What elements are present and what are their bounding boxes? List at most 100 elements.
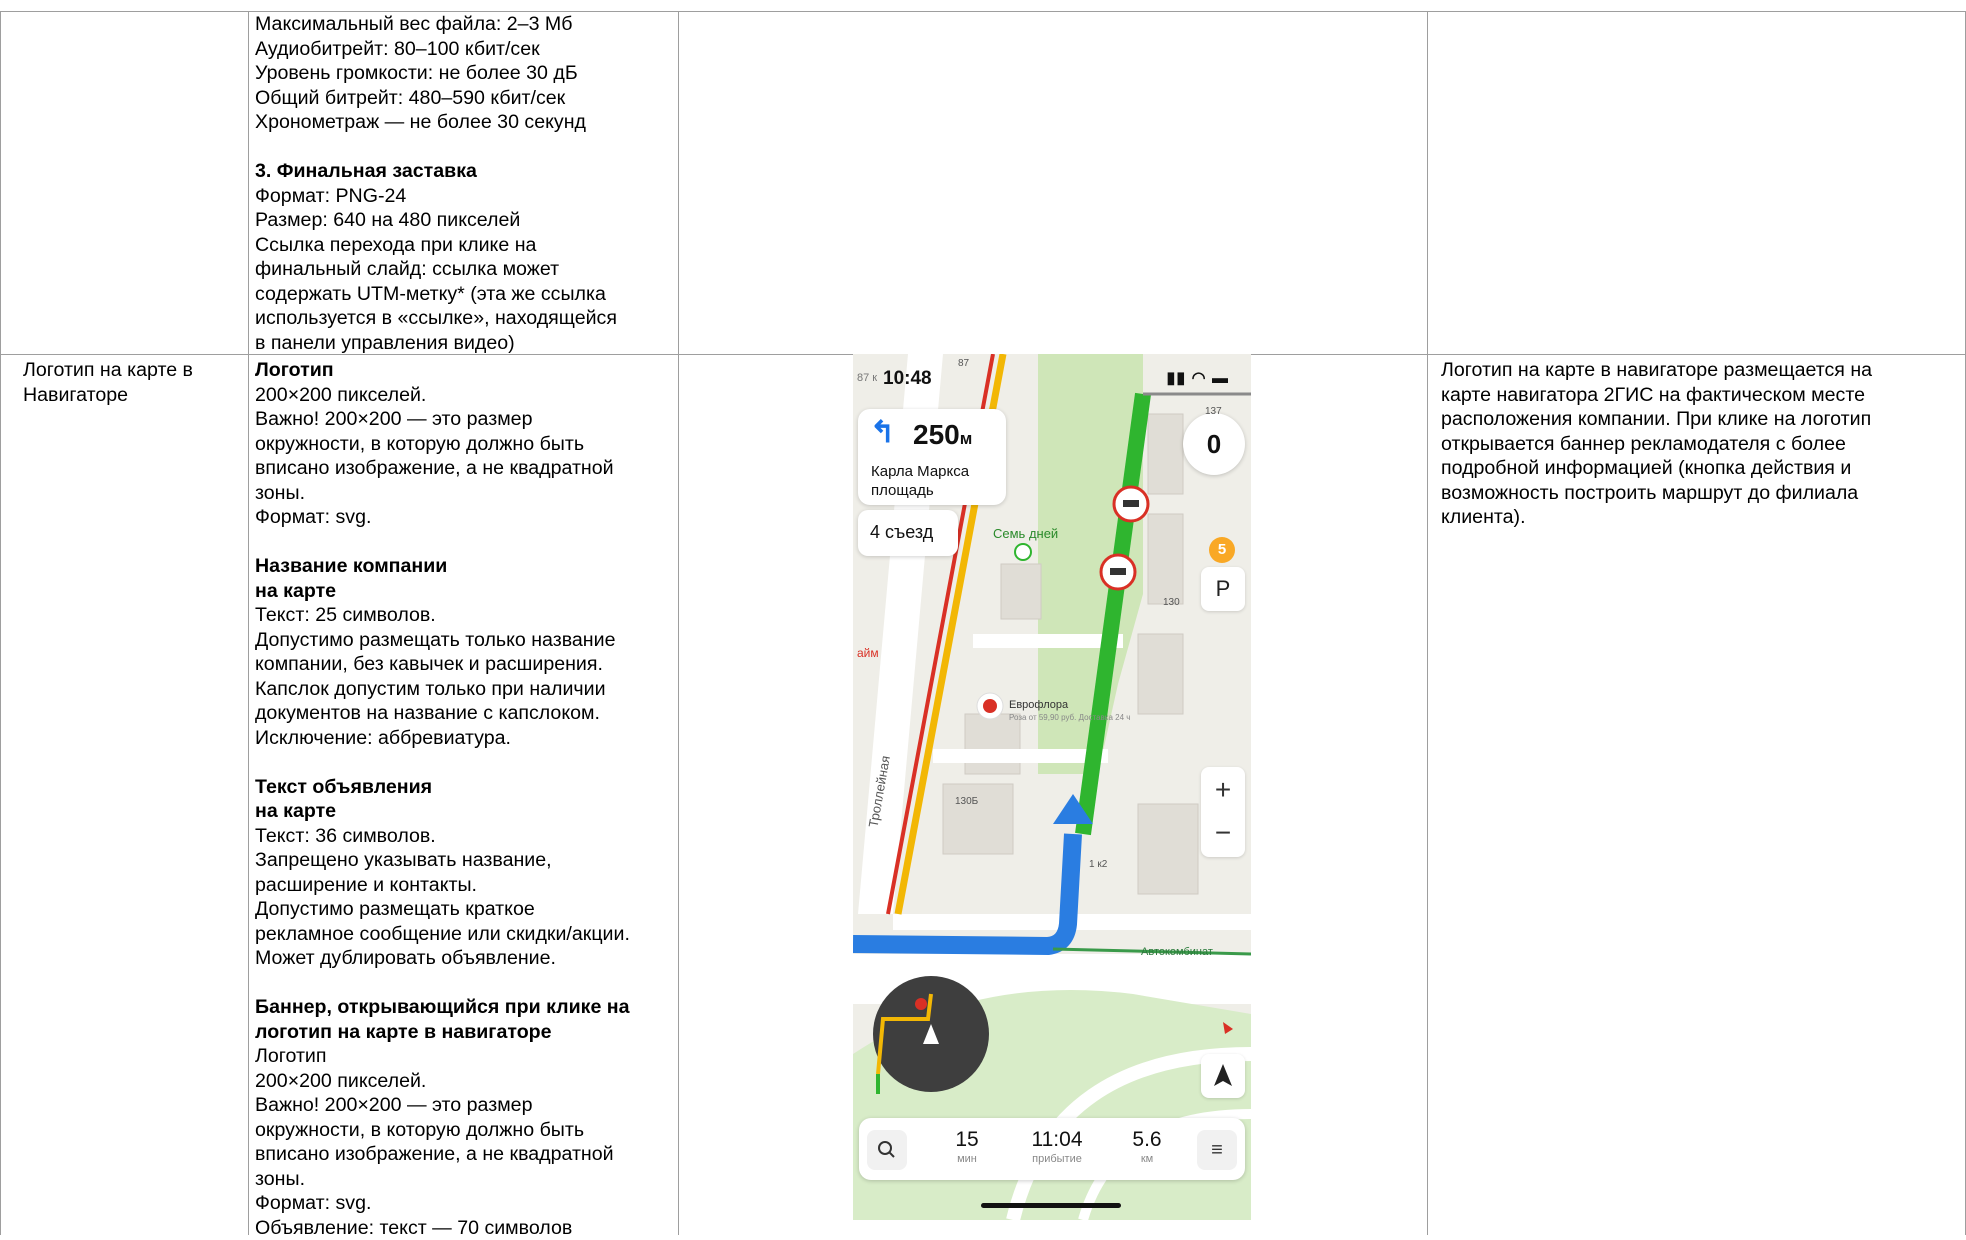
specification-cell: Логотип 200×200 пикселей. Важно! 200×200…: [255, 358, 675, 1240]
trip-stat-value: 5.6: [1117, 1128, 1177, 1152]
map-label-sem-dney: Семь дней: [993, 526, 1058, 541]
navigator-screenshot: 87 к 10:48 ▮▮ ◠ ▬ ↰ 250м Карла Маркса пл…: [853, 354, 1251, 1220]
ad-text-line: Допустимо размещать краткое: [255, 897, 675, 922]
map-label-house: 130Б: [955, 796, 978, 807]
maneuver-distance-value: 250: [913, 419, 960, 450]
home-indicator: [981, 1203, 1121, 1208]
company-name-line: Капслок допустим только при наличии: [255, 677, 675, 702]
banner-line: Логотип: [255, 1044, 675, 1069]
logo-heading: Логотип: [255, 358, 675, 383]
street-line: площадь: [871, 481, 1001, 500]
logo-line: 200×200 пикселей.: [255, 383, 675, 408]
zoom-in-button[interactable]: +: [1201, 767, 1245, 812]
description-line: Логотип на карте в навигаторе размещаетс…: [1441, 358, 1961, 383]
banner-heading-2: логотип на карте в навигаторе: [255, 1020, 675, 1045]
company-name-line: Текст: 25 символов.: [255, 603, 675, 628]
description-line: открывается баннер рекламодателя с более: [1441, 432, 1961, 457]
banner-line: 200×200 пикселей.: [255, 1069, 675, 1094]
column-divider-1: [248, 11, 249, 1235]
final-screen-line: Ссылка перехода при клике на: [255, 233, 675, 258]
signal-battery-icon: ▮▮ ◠ ▬: [1167, 368, 1229, 388]
banner-line: вписано изображение, а не квадратной: [255, 1142, 675, 1167]
final-screen-line: содержать UTM-метку* (эта же ссылка: [255, 282, 675, 307]
search-icon: [867, 1130, 907, 1170]
exit-label: 4 съезд: [870, 522, 933, 543]
final-screen-heading: 3. Финальная заставка: [255, 159, 675, 184]
product-name-line: Навигаторе: [23, 383, 245, 408]
description-cell: Логотип на карте в навигаторе размещаетс…: [1441, 358, 1961, 530]
map-label-evroflora[interactable]: Еврофлора: [1009, 699, 1068, 711]
map-label-house: 1 к2: [1089, 859, 1107, 870]
trip-stat-unit: мин: [937, 1152, 997, 1166]
banner-line: Объявление: текст — 70 символов: [255, 1216, 675, 1240]
map-label-avtokombinat: Автокомбинат: [1141, 946, 1213, 958]
trip-stat-unit: прибытие: [1007, 1152, 1107, 1166]
speed-indicator[interactable]: 0: [1183, 413, 1245, 475]
map-label-aym: айм: [857, 646, 879, 660]
company-name-line: Допустимо размещать только название: [255, 628, 675, 653]
notification-badge[interactable]: 5: [1209, 537, 1235, 563]
ad-text-line: Может дублировать объявление.: [255, 946, 675, 971]
map-label-house: 130: [1163, 597, 1180, 608]
description-line: клиента).: [1441, 505, 1961, 530]
street-line: Карла Маркса: [871, 462, 1001, 481]
zoom-out-button[interactable]: −: [1201, 812, 1245, 857]
maneuver-distance: 250м: [913, 419, 972, 451]
trip-stat-value: 11:04: [1007, 1128, 1107, 1152]
trip-stat-value: 15: [937, 1128, 997, 1152]
description-line: подробной информацией (кнопка действия и: [1441, 456, 1961, 481]
parking-button[interactable]: P: [1201, 567, 1245, 611]
search-button[interactable]: [867, 1130, 907, 1170]
map-label-house: 87: [958, 358, 969, 369]
ad-text-line: Текст: 36 символов.: [255, 824, 675, 849]
company-name-line: компании, без кавычек и расширения.: [255, 652, 675, 677]
turn-left-icon: ↰: [870, 415, 895, 450]
banner-line: окружности, в которую должно быть: [255, 1118, 675, 1143]
column-divider-3: [1427, 11, 1428, 1235]
trip-stat-distance: 5.6 км: [1117, 1128, 1177, 1166]
ad-text-line: расширение и контакты.: [255, 873, 675, 898]
banner-heading: Баннер, открывающийся при клике на: [255, 995, 675, 1020]
description-line: расположения компании. При клике на лого…: [1441, 407, 1961, 432]
trip-stat-time: 15 мин: [937, 1128, 997, 1166]
trip-panel: 15 мин 11:04 прибытие 5.6 км ≡: [859, 1118, 1245, 1180]
status-time: 10:48: [883, 368, 932, 390]
ad-text-heading: Текст объявления: [255, 775, 675, 800]
trip-stat-arrival: 11:04 прибытие: [1007, 1128, 1107, 1166]
company-name-heading: Название компании: [255, 554, 675, 579]
requirement-line: Общий битрейт: 480–590 кбит/сек: [255, 86, 675, 111]
maneuver-distance-unit: м: [960, 429, 973, 448]
final-screen-line: Формат: PNG-24: [255, 184, 675, 209]
navigation-arrow-button[interactable]: [1201, 1054, 1245, 1098]
status-distance-label: 87 к: [857, 372, 877, 384]
final-screen-line: Размер: 640 на 480 пикселей: [255, 208, 675, 233]
company-name-line: Исключение: аббревиатура.: [255, 726, 675, 751]
product-name-line: Логотип на карте в: [23, 358, 245, 383]
map-label-evroflora-ad: Роза от 59,90 руб. Доставка 24 ч: [1009, 713, 1130, 722]
top-row-requirements-cell: Максимальный вес файла: 2–3 Мб Аудиобитр…: [255, 12, 675, 355]
exit-card: 4 съезд: [858, 510, 958, 556]
logo-line: Формат: svg.: [255, 505, 675, 530]
requirement-line: Максимальный вес файла: 2–3 Мб: [255, 12, 675, 37]
column-divider-2: [678, 11, 679, 1235]
trip-stat-unit: км: [1117, 1152, 1177, 1166]
requirement-line: Уровень громкости: не более 30 дБ: [255, 61, 675, 86]
maneuver-card[interactable]: ↰ 250м Карла Маркса площадь: [858, 409, 1006, 505]
banner-line: Важно! 200×200 — это размер: [255, 1093, 675, 1118]
requirement-line: Аудиобитрейт: 80–100 кбит/сек: [255, 37, 675, 62]
final-screen-line: в панели управления видео): [255, 331, 675, 356]
logo-line: окружности, в которую должно быть: [255, 432, 675, 457]
requirement-line: Хронометраж — не более 30 секунд: [255, 110, 675, 135]
description-line: возможность построить маршрут до филиала: [1441, 481, 1961, 506]
ad-text-heading-2: на карте: [255, 799, 675, 824]
navigation-arrow-icon: [1201, 1054, 1245, 1098]
document-sheet: Максимальный вес файла: 2–3 Мб Аудиобитр…: [0, 0, 1966, 1235]
logo-line: зоны.: [255, 481, 675, 506]
company-name-line: документов на название с капслоком.: [255, 701, 675, 726]
final-screen-line: финальный слайд: ссылка может: [255, 257, 675, 282]
final-screen-line: используется в «ссылке», находящейся: [255, 306, 675, 331]
logo-line: Важно! 200×200 — это размер: [255, 407, 675, 432]
menu-button[interactable]: ≡: [1197, 1130, 1237, 1170]
table-border-left: [0, 11, 1, 1235]
maneuver-street: Карла Маркса площадь: [871, 462, 1001, 500]
